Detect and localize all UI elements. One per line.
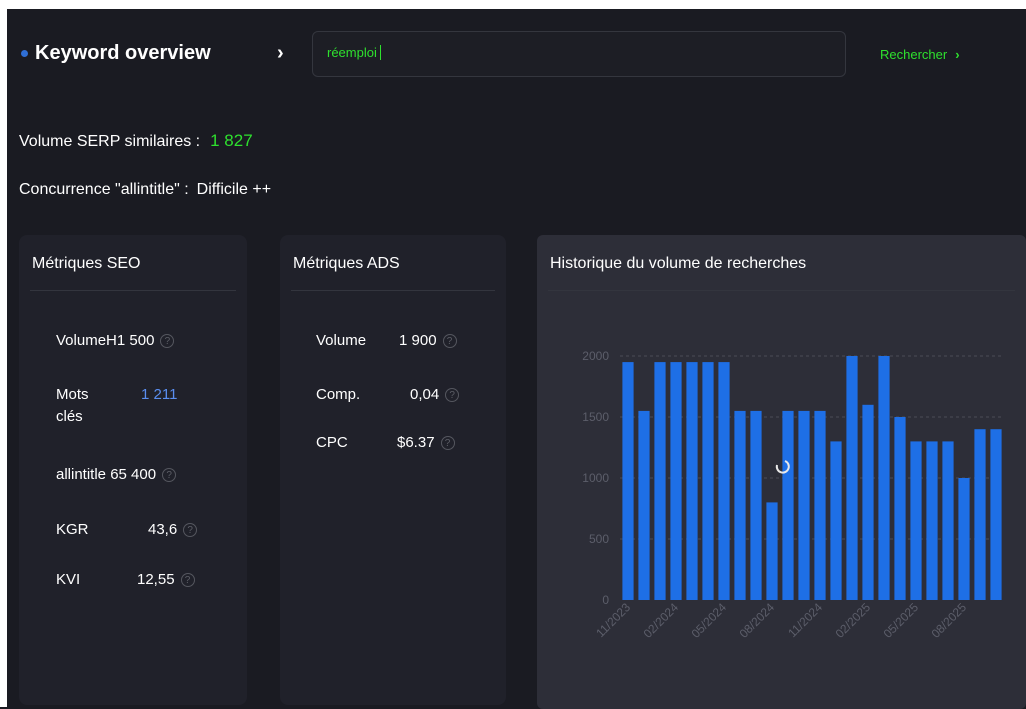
- chart-bar[interactable]: [766, 502, 778, 600]
- search-button-label[interactable]: Rechercher: [880, 47, 947, 62]
- competition-label: Concurrence "allintitle" :: [19, 181, 189, 198]
- serp-volume-value: 1 827: [210, 131, 253, 150]
- info-icon[interactable]: ?: [180, 573, 195, 588]
- ads-cpc-value: $6.37: [397, 434, 435, 451]
- chart-bar[interactable]: [702, 362, 714, 600]
- chart-bar[interactable]: [878, 356, 890, 600]
- chart-bar[interactable]: [622, 362, 634, 600]
- info-icon[interactable]: ?: [442, 334, 457, 349]
- ads-cpc-label: CPC: [316, 434, 348, 451]
- ads-volume-value-row: 1 900?: [399, 330, 457, 352]
- chart-bar[interactable]: [926, 441, 938, 600]
- competition-stat: Concurrence "allintitle" : Difficile ++: [19, 180, 271, 200]
- chart-bar[interactable]: [974, 429, 986, 600]
- chart-bar[interactable]: [846, 356, 858, 600]
- allintitle-label: allintitle: [56, 466, 107, 483]
- chart-bar[interactable]: [718, 362, 730, 600]
- chart-bar[interactable]: [814, 410, 826, 600]
- chart-bar[interactable]: [894, 417, 906, 600]
- divider: [291, 290, 495, 291]
- chevron-right-icon: ›: [955, 47, 960, 62]
- seo-volume-row: VolumeH1 500?: [56, 330, 175, 352]
- mots-label-line2: clés: [56, 408, 83, 425]
- divider: [30, 290, 236, 291]
- chart-bar[interactable]: [942, 441, 954, 600]
- chart-bar[interactable]: [910, 441, 922, 600]
- x-tick-label: 05/2024: [689, 600, 730, 641]
- ads-card-title: Métriques ADS: [293, 255, 400, 272]
- chart-bar[interactable]: [686, 362, 698, 600]
- allintitle-value: 65 400: [110, 466, 157, 483]
- x-tick-label: 08/2025: [929, 600, 970, 641]
- chart-bar[interactable]: [782, 410, 794, 600]
- left-border: [0, 0, 7, 707]
- chart-bar[interactable]: [990, 429, 1002, 600]
- kgr-value: 43,6: [148, 521, 178, 538]
- ads-metrics-card: Métriques ADS Volume 1 900? Comp. 0,04? …: [280, 235, 506, 705]
- chart-bar[interactable]: [862, 404, 874, 600]
- header-bar: Keyword overview › réemploi Rechercher ›: [7, 31, 1017, 77]
- seo-kvi-label: KVI: [56, 571, 81, 588]
- ads-cpc-value-row: $6.37?: [397, 432, 455, 454]
- ads-comp-label: Comp.: [316, 386, 361, 403]
- mots-label-line1: Mots: [56, 386, 89, 403]
- ads-comp-value: 0,04: [410, 386, 440, 403]
- seo-card-title: Métriques SEO: [32, 255, 141, 272]
- x-tick-label: 02/2025: [833, 600, 874, 641]
- x-tick-label: 11/2024: [785, 600, 825, 640]
- info-icon[interactable]: ?: [445, 388, 460, 403]
- serp-volume-stat: Volume SERP similaires : 1 827: [19, 131, 253, 152]
- chart-bar[interactable]: [734, 410, 746, 600]
- x-tick-label: 05/2025: [881, 600, 922, 641]
- seo-allintitle-row: allintitle 65 400?: [56, 464, 177, 486]
- y-tick-label: 1500: [582, 410, 609, 424]
- keyword-search-input[interactable]: réemploi: [312, 31, 846, 77]
- y-tick-label: 1000: [582, 471, 609, 485]
- search-volume-history-card: Historique du volume de recherches 0 500 1…: [537, 235, 1026, 709]
- seo-mots-cles-value[interactable]: 1 211: [141, 384, 177, 406]
- chart-bar[interactable]: [958, 478, 970, 600]
- seo-volume-value: 1 500: [116, 332, 155, 349]
- y-tick-label: 2000: [582, 349, 609, 363]
- serp-volume-label: Volume SERP similaires :: [19, 133, 201, 150]
- status-dot: [21, 50, 28, 57]
- ads-comp-value-row: 0,04?: [410, 384, 460, 406]
- search-button[interactable]: Rechercher ›: [880, 47, 960, 62]
- y-tick-label: 500: [589, 532, 609, 546]
- keyword-overview-panel: Keyword overview › réemploi Rechercher › …: [7, 9, 1026, 709]
- x-tick-label: 11/2023: [593, 600, 633, 640]
- text-caret: [379, 45, 381, 60]
- seo-kgr-value-row: 43,6?: [148, 519, 198, 541]
- chart-bar[interactable]: [830, 441, 842, 600]
- info-icon[interactable]: ?: [440, 436, 455, 451]
- bar-chart: 050010001500200011/2023 02/2024 05/2024 08/…: [582, 349, 1004, 641]
- search-value[interactable]: réemploi: [327, 45, 381, 60]
- info-icon[interactable]: ?: [160, 334, 175, 349]
- page-title: Keyword overview: [35, 42, 211, 64]
- chart-bar[interactable]: [654, 362, 666, 600]
- ads-volume-label: Volume: [316, 332, 367, 349]
- info-icon[interactable]: ?: [183, 523, 198, 538]
- kvi-value: 12,55: [137, 571, 175, 588]
- chart-bar[interactable]: [638, 410, 650, 600]
- top-border: [0, 0, 1026, 9]
- competition-value: Difficile ++: [196, 181, 272, 198]
- info-icon[interactable]: ?: [162, 468, 177, 483]
- y-tick-label: 0: [602, 593, 609, 607]
- seo-volume-label: VolumeH: [56, 332, 117, 349]
- chart-bar[interactable]: [750, 410, 762, 600]
- chart-bar[interactable]: [798, 410, 810, 600]
- x-tick-label: 08/2024: [737, 600, 778, 641]
- x-tick-label: 02/2024: [641, 600, 682, 641]
- seo-kvi-value-row: 12,55?: [137, 569, 195, 591]
- seo-mots-cles-label: Mots clés: [56, 384, 89, 428]
- seo-kgr-label: KGR: [56, 521, 89, 538]
- chevron-right-icon: ›: [277, 42, 284, 64]
- chart-bar[interactable]: [670, 362, 682, 600]
- ads-volume-value: 1 900: [399, 332, 437, 349]
- seo-metrics-card: Métriques SEO VolumeH1 500? Mots clés 1 …: [19, 235, 247, 705]
